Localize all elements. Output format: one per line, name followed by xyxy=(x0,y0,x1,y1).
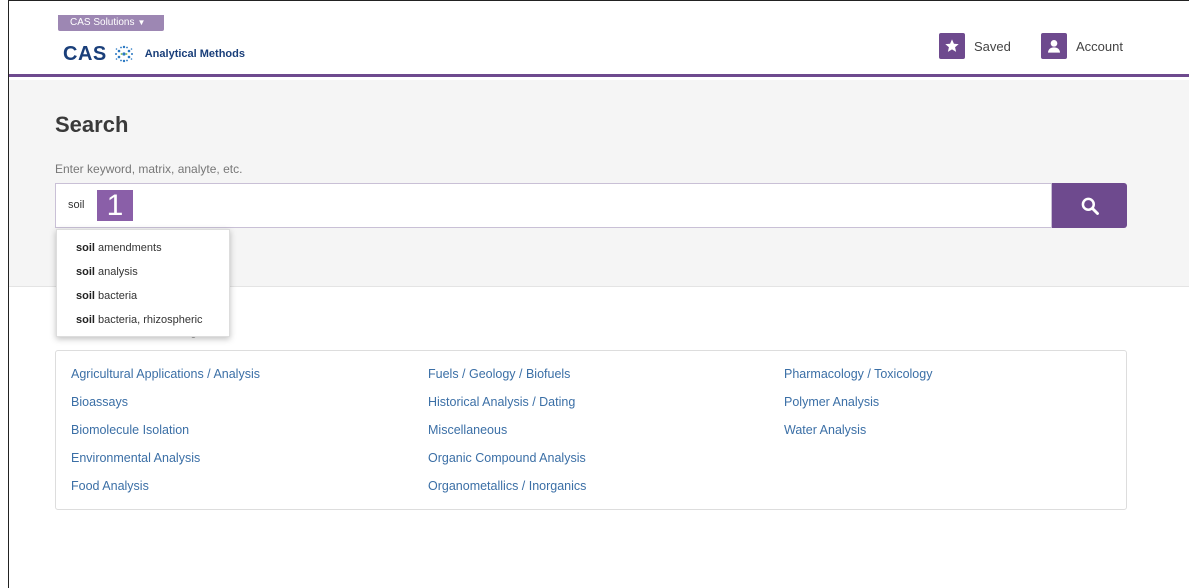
category-link[interactable]: Pharmacology / Toxicology xyxy=(784,366,932,394)
star-icon xyxy=(939,33,965,59)
account-label: Account xyxy=(1076,38,1123,54)
search-icon xyxy=(1081,197,1099,215)
saved-label: Saved xyxy=(974,38,1011,54)
suggestion-rest: bacteria xyxy=(94,290,138,302)
autocomplete-item[interactable]: soil analysis xyxy=(57,264,229,288)
suggestion-match: soil xyxy=(76,242,95,254)
suggestion-rest: bacteria, rhizospheric xyxy=(94,314,203,326)
autocomplete-item[interactable]: soil amendments xyxy=(57,240,229,264)
caret-down-icon: ▼ xyxy=(137,18,146,27)
account-button[interactable]: Account xyxy=(1041,32,1123,60)
autocomplete-item[interactable]: soil bacteria, rhizospheric xyxy=(57,312,229,336)
category-link[interactable]: Agricultural Applications / Analysis xyxy=(71,366,260,394)
product-name: Analytical Methods xyxy=(144,48,245,60)
category-column: Agricultural Applications / Analysis Bio… xyxy=(71,366,260,506)
search-hint: Enter keyword, matrix, analyte, etc. xyxy=(55,162,243,176)
category-list: Agricultural Applications / Analysis Bio… xyxy=(55,350,1127,510)
category-link[interactable]: Food Analysis xyxy=(71,478,260,506)
user-icon xyxy=(1041,33,1067,59)
cas-molecule-icon xyxy=(114,45,133,63)
site-header: CAS Solutions ▼ CAS Analytical Methods S… xyxy=(9,1,1189,77)
suggestion-rest: analysis xyxy=(94,266,138,278)
saved-button[interactable]: Saved xyxy=(939,32,1011,60)
logo-wordmark: CAS xyxy=(63,42,107,65)
category-link[interactable]: Miscellaneous xyxy=(428,422,586,450)
category-link[interactable]: Organometallics / Inorganics xyxy=(428,478,586,506)
step-number-badge: 1 xyxy=(97,190,133,221)
category-link[interactable]: Biomolecule Isolation xyxy=(71,422,260,450)
cas-solutions-label: CAS Solutions xyxy=(70,17,135,28)
app-frame: CAS Solutions ▼ CAS Analytical Methods S… xyxy=(8,0,1189,588)
category-link[interactable]: Polymer Analysis xyxy=(784,394,932,422)
search-input[interactable]: soil xyxy=(55,183,1052,228)
category-link[interactable]: Historical Analysis / Dating xyxy=(428,394,586,422)
cas-logo[interactable]: CAS Analytical Methods xyxy=(63,42,245,66)
autocomplete-item[interactable]: soil bacteria xyxy=(57,288,229,312)
category-column: Pharmacology / Toxicology Polymer Analys… xyxy=(784,366,932,450)
category-link[interactable]: Organic Compound Analysis xyxy=(428,450,586,478)
category-link[interactable]: Bioassays xyxy=(71,394,260,422)
page-title: Search xyxy=(55,112,129,137)
suggestion-match: soil xyxy=(76,266,95,278)
cas-solutions-menu-button[interactable]: CAS Solutions ▼ xyxy=(58,15,164,31)
suggestion-rest: amendments xyxy=(94,242,162,254)
autocomplete-dropdown: soil amendments soil analysis soil bacte… xyxy=(56,229,230,337)
suggestion-match: soil xyxy=(76,290,95,302)
category-column: Fuels / Geology / Biofuels Historical An… xyxy=(428,366,586,506)
suggestion-match: soil xyxy=(76,314,95,326)
category-link[interactable]: Environmental Analysis xyxy=(71,450,260,478)
category-link[interactable]: Fuels / Geology / Biofuels xyxy=(428,366,586,394)
search-button[interactable] xyxy=(1052,183,1127,228)
category-link[interactable]: Water Analysis xyxy=(784,422,932,450)
